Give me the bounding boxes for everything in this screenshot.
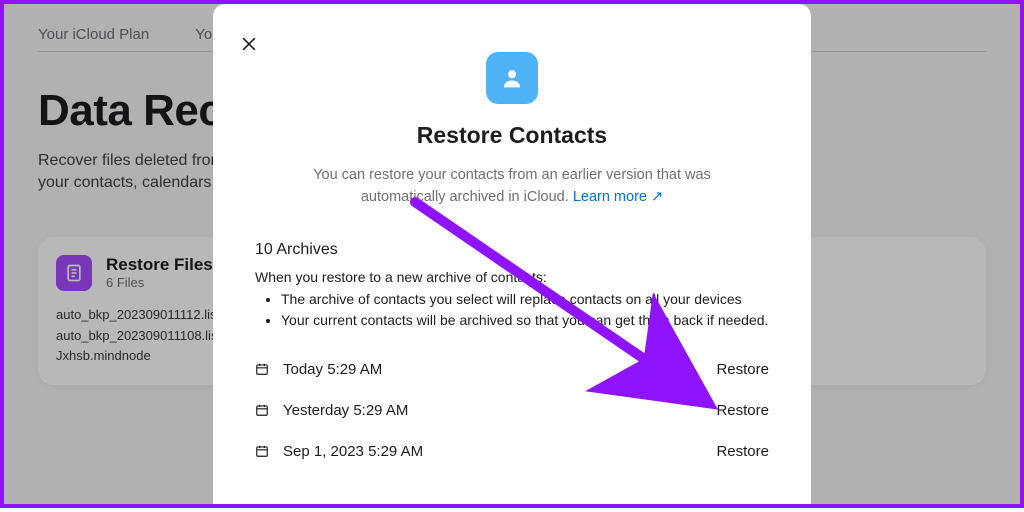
contacts-app-icon <box>486 52 538 104</box>
learn-more-link[interactable]: Learn more ↗ <box>573 189 663 205</box>
calendar-icon <box>255 403 269 417</box>
restore-contacts-modal: Restore Contacts You can restore your co… <box>213 4 811 512</box>
calendar-icon <box>255 444 269 458</box>
archive-row: Today 5:29 AM Restore <box>255 349 769 390</box>
archive-date: Today 5:29 AM <box>283 361 702 378</box>
note-bullet: Your current contacts will be archived s… <box>281 310 769 331</box>
archives-count: 10 Archives <box>255 241 769 259</box>
close-button[interactable] <box>239 34 259 59</box>
restore-button[interactable]: Restore <box>716 402 769 419</box>
archive-date: Yesterday 5:29 AM <box>283 402 702 419</box>
archive-row: Yesterday 5:29 AM Restore <box>255 390 769 431</box>
modal-title: Restore Contacts <box>255 122 769 149</box>
modal-description: You can restore your contacts from an ea… <box>272 165 752 209</box>
note-bullet: The archive of contacts you select will … <box>281 289 769 310</box>
restore-button[interactable]: Restore <box>716 361 769 378</box>
restore-button[interactable]: Restore <box>716 443 769 460</box>
restore-note: When you restore to a new archive of con… <box>255 269 769 285</box>
archive-row: Sep 1, 2023 5:29 AM Restore <box>255 431 769 472</box>
calendar-icon <box>255 362 269 376</box>
archive-date: Sep 1, 2023 5:29 AM <box>283 443 702 460</box>
